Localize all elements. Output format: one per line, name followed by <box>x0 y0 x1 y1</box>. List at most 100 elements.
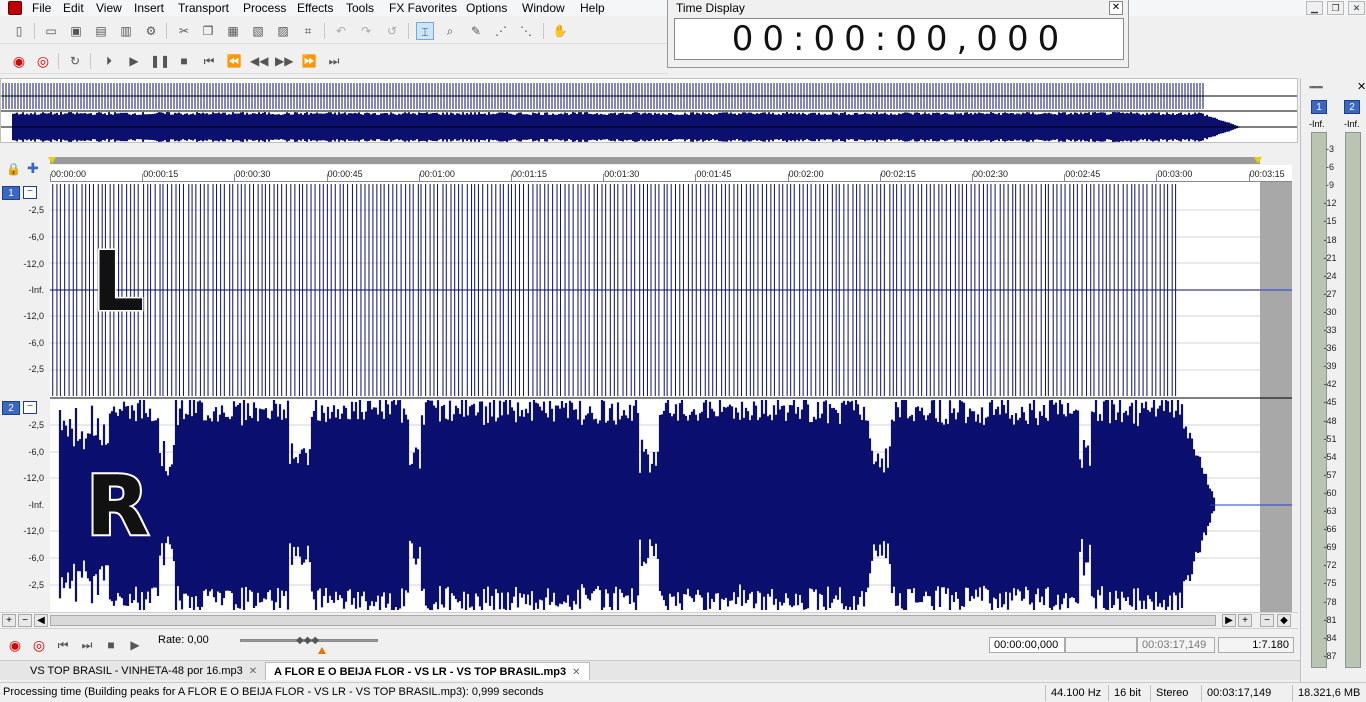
restore-button[interactable]: ❐ <box>1327 1 1344 15</box>
toolbar-separator <box>324 23 325 39</box>
meter-scale-label: -63 <box>1323 506 1337 516</box>
menu-tools[interactable]: Tools <box>344 0 376 16</box>
hand-icon[interactable]: ✋ <box>551 22 569 40</box>
channel-2-badge[interactable]: 2 <box>2 401 20 415</box>
menu-transport[interactable]: Transport <box>176 0 231 16</box>
channel-1-minimize-button[interactable]: − <box>23 186 37 199</box>
save-icon[interactable]: ▣ <box>67 22 85 40</box>
go-to-end-icon[interactable]: ⏭ <box>325 52 343 70</box>
timeline-tick <box>326 174 328 182</box>
play-icon[interactable]: ▶ <box>125 52 143 70</box>
stop-icon[interactable]: ■ <box>175 52 193 70</box>
menu-window[interactable]: Window <box>520 0 567 16</box>
meter-grip-icon[interactable]: ▪▪▪▪▪▪ <box>1309 82 1323 92</box>
db-label: -2,5 <box>28 580 44 590</box>
record-icon[interactable]: ◉ <box>6 636 24 654</box>
meter-channel-2-badge[interactable]: 2 <box>1344 100 1360 114</box>
scrollbar-thumb[interactable] <box>50 615 1216 626</box>
envelope-tool-icon[interactable]: ⋰ <box>492 22 510 40</box>
cursor-position-field[interactable]: 00:00:00,000 <box>989 637 1065 653</box>
record-icon[interactable]: ◉ <box>10 52 28 70</box>
undo-all-icon[interactable]: ↺ <box>383 22 401 40</box>
save-as-icon[interactable]: ▤ <box>92 22 110 40</box>
zoom-in-vertical-button[interactable]: + <box>1238 614 1252 627</box>
zoom-ratio-field[interactable]: 1:7.180 <box>1218 637 1294 653</box>
stop-icon[interactable]: ■ <box>102 636 120 654</box>
menu-help[interactable]: Help <box>578 0 607 16</box>
menu-fx-favorites[interactable]: FX Favorites <box>387 0 459 16</box>
go-to-start-icon[interactable]: ⏮ <box>54 636 72 654</box>
paste-icon[interactable]: ▦ <box>224 22 242 40</box>
loop-start-marker[interactable] <box>48 157 56 164</box>
snap-icon[interactable]: ✚ <box>27 160 39 177</box>
rate-label: Rate: 0,00 <box>158 634 209 646</box>
loop-icon[interactable]: ↻ <box>66 52 84 70</box>
menu-file[interactable]: File <box>30 0 53 16</box>
rewind-icon[interactable]: ◀◀ <box>250 52 268 70</box>
meter-scale-label: -48 <box>1323 415 1337 426</box>
pause-icon[interactable]: ❚❚ <box>150 52 170 70</box>
selection-length-field[interactable] <box>1065 637 1137 653</box>
play-all-icon[interactable]: ⏵ <box>100 52 118 70</box>
pencil-tool-icon[interactable]: ✎ <box>467 22 485 40</box>
next-icon[interactable]: ⏩ <box>300 52 318 70</box>
record-arm-icon[interactable]: ◎ <box>30 636 48 654</box>
menu-edit[interactable]: Edit <box>61 0 86 16</box>
waveform-area[interactable]: L R <box>50 182 1292 612</box>
loop-end-marker[interactable] <box>1254 157 1262 164</box>
lock-icon[interactable]: 🔒 <box>6 162 21 176</box>
go-to-start-icon[interactable]: ⏮ <box>200 52 218 70</box>
channel-mode: Stereo <box>1150 685 1193 701</box>
menu-view[interactable]: View <box>94 0 124 16</box>
redo-icon[interactable]: ↷ <box>357 22 375 40</box>
magnify-tool-icon[interactable]: ⌕ <box>441 22 459 40</box>
tab-a-flor-e-o-beija-flor[interactable]: A FLOR E O BEIJA FLOR - VS LR - VS TOP B… <box>265 662 590 680</box>
menu-process[interactable]: Process <box>241 0 288 16</box>
menu-options[interactable]: Options <box>464 0 509 16</box>
loop-region-bar[interactable] <box>50 157 1260 164</box>
scroll-left-icon[interactable]: ◀ <box>34 614 48 627</box>
play-icon[interactable]: ▶ <box>126 636 144 654</box>
tab-vinheta[interactable]: VS TOP BRASIL - VINHETA-48 por 16.mp3 ✕ <box>22 662 265 680</box>
meter-close-icon[interactable]: ✕ <box>1357 80 1366 93</box>
edit-tool-icon[interactable]: ⌶ <box>416 22 434 40</box>
time-display-close-button[interactable]: ✕ <box>1109 1 1123 15</box>
crop-icon[interactable]: ▨ <box>274 22 292 40</box>
render-icon[interactable]: ▥ <box>117 22 135 40</box>
paste-mix-icon[interactable]: ▧ <box>249 22 267 40</box>
trim-icon[interactable]: ⌗ <box>299 22 317 40</box>
copy-icon[interactable]: ❐ <box>199 22 217 40</box>
properties-icon[interactable]: ⚙ <box>142 22 160 40</box>
menu-insert[interactable]: Insert <box>132 0 166 16</box>
go-to-end-icon[interactable]: ⏭ <box>78 636 96 654</box>
zoom-in-button[interactable]: + <box>2 614 16 627</box>
tab-close-icon[interactable]: ✕ <box>572 667 580 678</box>
scroll-right-icon[interactable]: ▶ <box>1222 614 1236 627</box>
timeline-ruler[interactable]: 00:00:00 00:00:15 00:00:30 00:00:45 00:01:00… <box>50 165 1292 182</box>
fast-forward-icon[interactable]: ▶▶ <box>275 52 293 70</box>
zoom-out-vertical-button[interactable]: − <box>1260 614 1274 627</box>
meter-scale-label: -33 <box>1323 325 1337 335</box>
meter-channel-1-badge[interactable]: 1 <box>1311 100 1327 114</box>
scroll-vertical-icon[interactable]: ◆ <box>1277 614 1291 627</box>
marker-tool-icon[interactable]: ⋱ <box>517 22 535 40</box>
channel-1-badge[interactable]: 1 <box>2 186 20 200</box>
minimize-button[interactable]: ▁ <box>1306 1 1323 15</box>
db-label: -12,0 <box>23 259 44 269</box>
cut-icon[interactable]: ✂ <box>175 22 193 40</box>
horizontal-scrollbar[interactable]: + − ◀ ▶ + − ◆ <box>0 612 1298 627</box>
meter-scale-label: -36 <box>1323 343 1337 354</box>
meter-scale-label: -45 <box>1323 397 1337 408</box>
undo-icon[interactable]: ↶ <box>332 22 350 40</box>
overview-bar[interactable] <box>0 78 1298 143</box>
rate-slider-thumb[interactable]: ◆◆◆ <box>296 635 319 646</box>
zoom-out-button[interactable]: − <box>18 614 32 627</box>
menu-effects[interactable]: Effects <box>295 0 335 16</box>
record-arm-icon[interactable]: ◎ <box>34 52 52 70</box>
open-icon[interactable]: ▭ <box>42 22 60 40</box>
channel-2-minimize-button[interactable]: − <box>23 401 37 414</box>
new-file-icon[interactable]: ▯ <box>10 22 28 40</box>
tab-close-icon[interactable]: ✕ <box>249 666 257 677</box>
previous-icon[interactable]: ⏪ <box>225 52 243 70</box>
close-button[interactable]: ✕ <box>1348 1 1365 15</box>
